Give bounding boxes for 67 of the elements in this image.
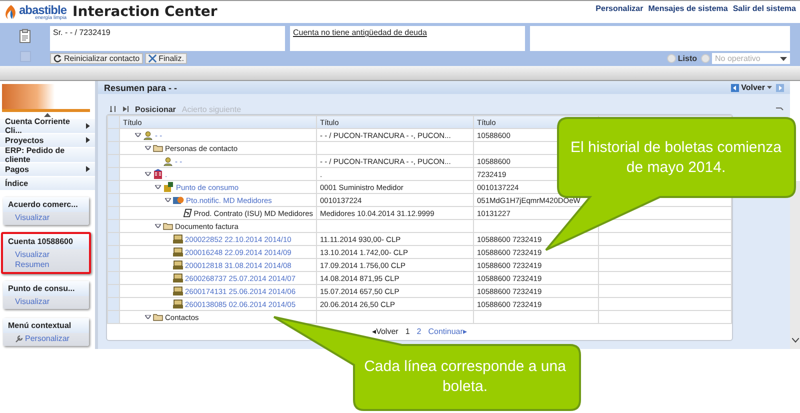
next-page-link[interactable]: Continuar▸ — [428, 327, 467, 336]
expand-triangle-icon[interactable] — [155, 185, 161, 189]
jump-icon[interactable] — [123, 106, 129, 112]
submenu-arrow-icon — [86, 166, 90, 172]
notification-icon — [173, 195, 184, 205]
person-icon — [143, 130, 153, 140]
app-title: Interaction Center — [72, 4, 218, 20]
expand-triangle-icon[interactable] — [155, 224, 161, 228]
invoice-icon — [173, 299, 183, 309]
header-link[interactable]: Mensajes de sistema — [648, 4, 728, 13]
folder-icon — [153, 313, 163, 321]
wrench-icon — [15, 334, 23, 342]
clipboard-icon — [19, 29, 31, 43]
toolbar-action[interactable]: Posicionar — [135, 104, 176, 114]
expand-triangle-icon[interactable] — [135, 133, 141, 137]
card-link[interactable]: Visualizar — [15, 297, 50, 306]
page-link[interactable]: 1 — [405, 327, 410, 336]
scroll-down-icon[interactable] — [792, 338, 798, 343]
meter-icon — [163, 182, 174, 192]
expand-triangle-icon[interactable] — [145, 146, 151, 150]
invoice-icon — [173, 260, 183, 270]
card-title: Menú contextual — [3, 318, 89, 333]
card-title: Acuerdo comerc... — [3, 197, 89, 212]
invoice-icon — [173, 234, 183, 244]
sort-icon[interactable] — [110, 106, 117, 112]
invoice-icon — [173, 273, 183, 283]
contact-box: Sr. - - / 7232419 — [50, 26, 285, 51]
expand-triangle-icon[interactable] — [145, 315, 151, 319]
nav-item[interactable]: Proyectos — [0, 134, 95, 148]
card-title: Punto de consu... — [3, 281, 89, 296]
invoice-icon — [173, 247, 183, 257]
expand-triangle-icon[interactable] — [145, 172, 151, 176]
card-link[interactable]: Visualizar — [15, 250, 50, 259]
caret-icon — [780, 56, 787, 60]
invoice-icon — [173, 286, 183, 296]
submenu-arrow-icon — [86, 122, 90, 129]
toolbar-button[interactable]: Reinicializar contacto — [50, 53, 143, 64]
folder-icon — [153, 144, 163, 152]
expand-triangle-icon[interactable] — [165, 198, 171, 202]
card-title: Cuenta 10588600 — [3, 234, 89, 249]
caret-icon — [767, 86, 772, 89]
status-label: Listo — [678, 54, 697, 63]
nav-item[interactable]: Cuenta Corriente Cli... — [0, 118, 95, 134]
back-arrow-icon — [731, 84, 740, 92]
card-link[interactable]: Personalizar — [25, 334, 70, 343]
header-link[interactable]: Personalizar — [596, 4, 644, 13]
flame-logo-icon — [4, 4, 18, 20]
toolbar-button[interactable]: Finaliz. — [144, 53, 187, 64]
callout-text: El historial de boletas comienza de mayo 2014. — [570, 138, 782, 177]
card-link[interactable]: Visualizar — [15, 213, 50, 222]
header-link[interactable]: Salir del sistema — [732, 4, 796, 13]
status-radio[interactable] — [666, 54, 676, 63]
nav-item[interactable]: Índice — [0, 176, 95, 191]
status-square-icon — [20, 51, 30, 62]
nav-item[interactable]: Pagos — [0, 162, 95, 177]
page-link[interactable]: 2 — [416, 327, 422, 336]
card-link[interactable]: Resumen — [15, 260, 50, 269]
back-button[interactable]: Volver — [731, 83, 772, 92]
previous-page-link[interactable]: ◂Volver — [372, 327, 398, 336]
nav-item[interactable]: ERP: Pedido de cliente — [0, 148, 95, 163]
panel-title: Resumen para - - — [104, 82, 178, 92]
callout-text: Cada línea corresponde a una boleta. — [363, 357, 567, 396]
submenu-arrow-icon — [86, 137, 90, 144]
person-icon — [163, 156, 173, 166]
refresh-icon — [53, 54, 62, 63]
folder-icon — [163, 222, 173, 230]
brand-logo-text: abastible — [19, 4, 67, 16]
